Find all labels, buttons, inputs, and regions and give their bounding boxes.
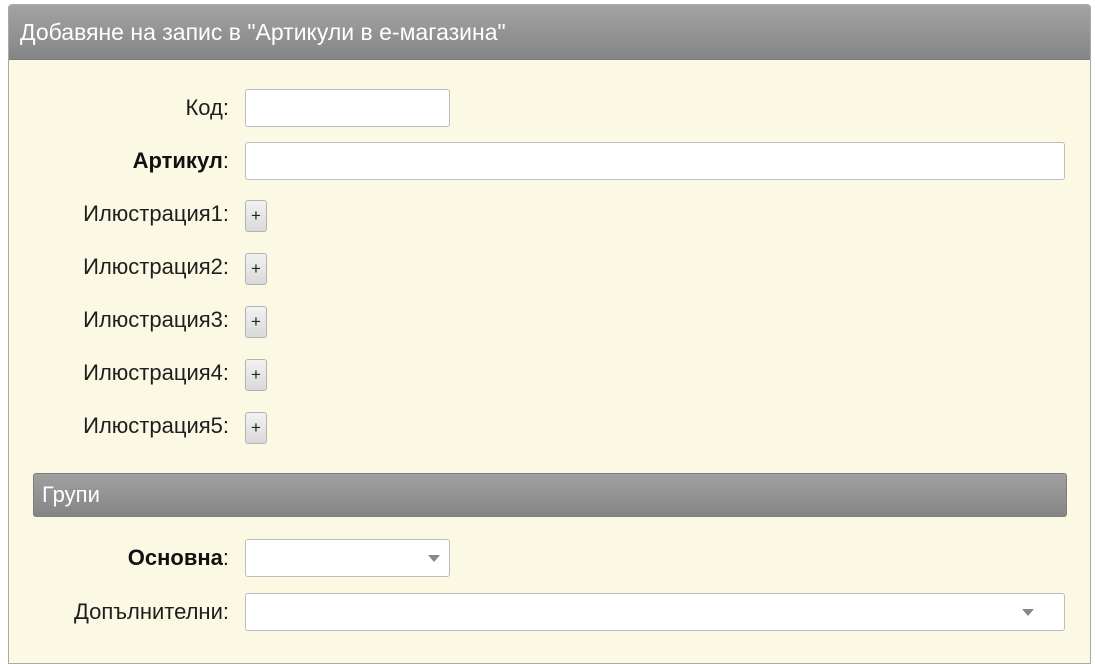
illustration4-label: Илюстрация4: xyxy=(83,360,229,385)
article-label: Артикул: xyxy=(132,148,229,173)
illustration2-row: Илюстрация2: + xyxy=(9,247,1090,287)
illustration3-add-button[interactable]: + xyxy=(245,306,267,338)
illustration5-label: Илюстрация5: xyxy=(83,413,229,438)
dialog-title: Добавяне на запис в "Артикули в е-магази… xyxy=(9,5,1090,60)
illustration4-row: Илюстрация4: + xyxy=(9,353,1090,393)
chevron-down-icon xyxy=(1022,609,1034,616)
illustration4-add-button[interactable]: + xyxy=(245,359,267,391)
main-group-row: Основна: xyxy=(9,538,1090,578)
additional-groups-row: Допълнителни: xyxy=(9,592,1090,632)
illustration2-add-button[interactable]: + xyxy=(245,253,267,285)
code-input[interactable] xyxy=(245,89,450,127)
illustration5-add-button[interactable]: + xyxy=(245,412,267,444)
additional-groups-select[interactable] xyxy=(245,593,1065,631)
code-row: Код: xyxy=(9,88,1090,128)
illustration1-label: Илюстрация1: xyxy=(83,201,229,226)
illustration3-label: Илюстрация3: xyxy=(83,307,229,332)
code-label: Код: xyxy=(185,95,229,120)
additional-groups-label: Допълнителни: xyxy=(73,599,229,624)
article-input[interactable] xyxy=(245,142,1065,180)
illustration5-row: Илюстрация5: + xyxy=(9,406,1090,446)
main-group-label: Основна: xyxy=(127,545,229,570)
main-group-select[interactable] xyxy=(245,539,450,577)
illustration1-add-button[interactable]: + xyxy=(245,200,267,232)
article-row: Артикул: xyxy=(9,141,1090,181)
groups-section-header: Групи xyxy=(33,473,1067,517)
chevron-down-icon xyxy=(428,555,440,562)
illustration2-label: Илюстрация2: xyxy=(83,254,229,279)
add-record-dialog: Добавяне на запис в "Артикули в е-магази… xyxy=(8,4,1091,664)
illustration3-row: Илюстрация3: + xyxy=(9,300,1090,340)
illustration1-row: Илюстрация1: + xyxy=(9,194,1090,234)
